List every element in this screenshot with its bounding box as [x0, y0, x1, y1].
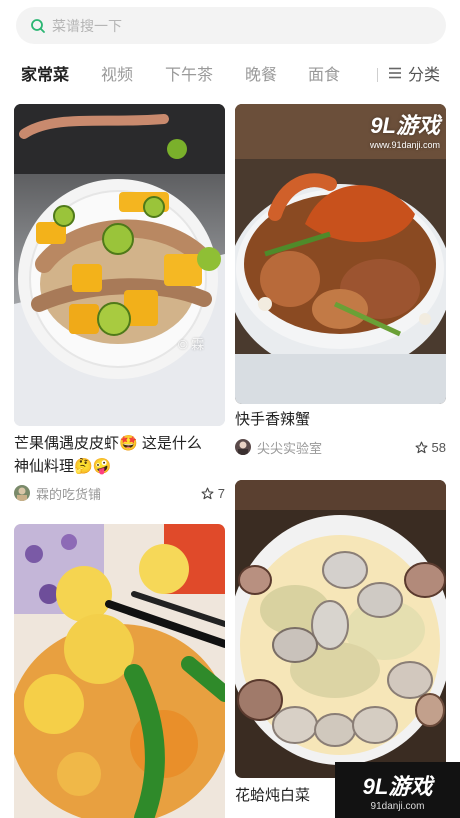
tab-noodles[interactable]: 面食: [308, 61, 340, 85]
like-count-value: 58: [431, 439, 446, 455]
brand-watermark-url: 91danji.com: [370, 800, 425, 812]
category-label: 分类: [408, 67, 441, 84]
recipe-title: 快手香辣蟹: [235, 408, 446, 431]
avatar[interactable]: [14, 485, 30, 501]
recipe-title-line1: 快手香辣蟹: [235, 411, 311, 428]
category-tabs: 家常菜 视频 下午茶 晚餐 面食 分类: [0, 55, 460, 91]
tab-divider: [377, 68, 378, 82]
recipe-photo: © 霖: [14, 104, 225, 426]
tab-home-cooking[interactable]: 家常菜: [21, 61, 69, 85]
watermark: 9L游戏 www.91danji.com: [370, 108, 440, 150]
avatar[interactable]: [235, 439, 251, 455]
author-name[interactable]: 尖尖实验室: [257, 438, 415, 457]
tab-video[interactable]: 视频: [101, 61, 133, 85]
menu-icon: [389, 67, 401, 79]
brand-watermark: 9L游戏 91danji.com: [335, 762, 460, 818]
recipe-meta: 霖的吃货铺 7: [14, 484, 225, 502]
brand-watermark-logo: 9L游戏: [362, 773, 433, 799]
tab-dinner[interactable]: 晚餐: [245, 61, 277, 85]
photo-credit: © 霖: [178, 337, 205, 352]
category-button[interactable]: 分类: [388, 61, 440, 85]
author-name[interactable]: 霖的吃货铺: [36, 484, 201, 503]
like-count-value: 7: [217, 485, 225, 501]
search-placeholder: 菜谱搜一下: [52, 17, 122, 34]
star-icon: [415, 441, 427, 453]
recipe-photo: 9L游戏 www.91danji.com: [235, 104, 446, 404]
recipe-title-line2: 神仙料理🤔🤪: [14, 458, 112, 475]
star-icon: [201, 487, 214, 499]
recipe-meta: 尖尖实验室 58: [235, 438, 446, 456]
like-count[interactable]: 58: [415, 440, 446, 455]
watermark-url: www.91danji.com: [369, 140, 440, 150]
watermark-logo: 9L游戏: [370, 113, 440, 138]
recipe-photo: [235, 480, 446, 778]
recipe-photo: [14, 524, 225, 818]
recipe-title: 芒果偶遇皮皮虾🤩 这是什么 神仙料理🤔🤪: [14, 432, 225, 478]
search-bar[interactable]: 菜谱搜一下: [16, 7, 446, 44]
search-icon: [31, 18, 45, 33]
tab-afternoon-tea[interactable]: 下午茶: [165, 61, 213, 85]
like-count[interactable]: 7: [201, 486, 225, 501]
recipe-title-line1: 芒果偶遇皮皮虾🤩 这是什么: [14, 435, 202, 452]
